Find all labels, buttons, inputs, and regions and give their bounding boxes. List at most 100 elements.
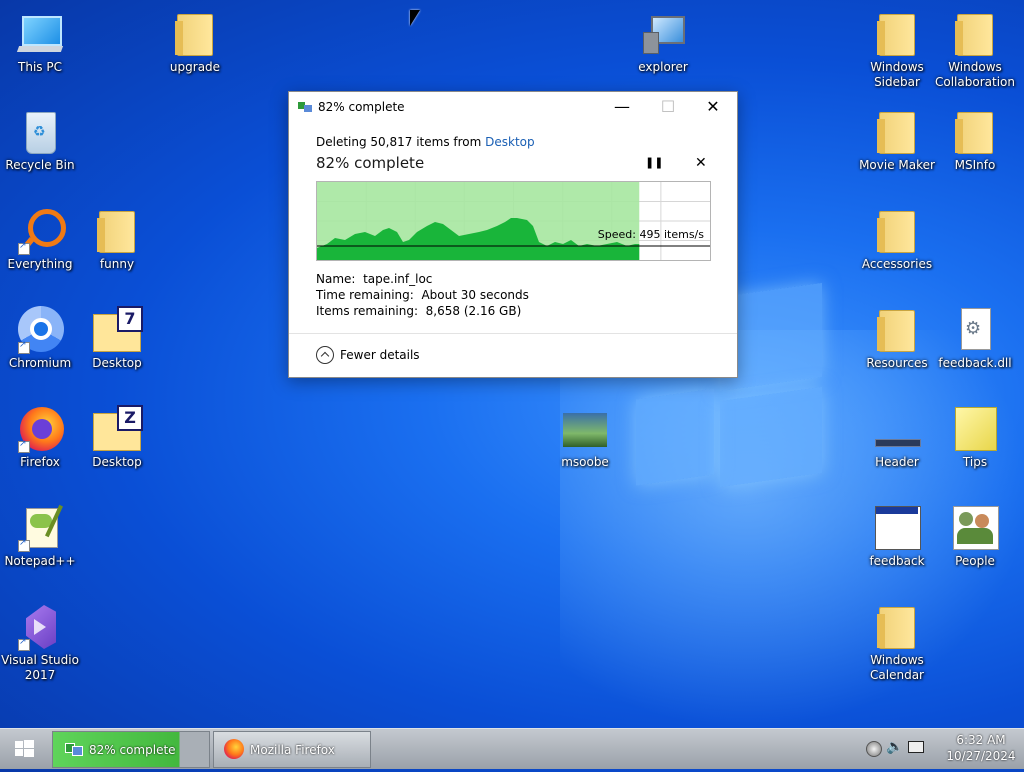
volume-icon[interactable]: 🔈	[886, 739, 903, 755]
speed-graph: Speed: 495 items/s	[316, 181, 711, 261]
network-globe-icon[interactable]	[866, 741, 882, 757]
desktop-icon-label: Windows Calendar	[870, 653, 924, 682]
desktop-icon-windows-collaboration[interactable]: Windows Collaboration	[935, 10, 1015, 90]
desktop-icon-feedback[interactable]: feedback	[857, 504, 937, 569]
folder-icon	[93, 207, 141, 255]
folder-icon	[951, 10, 999, 58]
desktop-icon-label: This PC	[18, 60, 62, 74]
folder-icon	[873, 306, 921, 354]
file-name: tape.inf_loc	[363, 272, 433, 286]
desktop-icon-this-pc[interactable]: This PC	[0, 10, 80, 75]
desktop-icon-label: Tips	[962, 455, 988, 469]
source-folder-link[interactable]: Desktop	[485, 135, 535, 149]
magnifier-icon	[16, 207, 66, 255]
desktop-icon-feedback-dll[interactable]: ⚙ feedback.dll	[935, 306, 1015, 371]
shortcut-arrow-icon	[18, 439, 30, 453]
desktop-icon-label: Desktop	[92, 356, 142, 370]
taskbar-item-label: Mozilla Firefox	[250, 743, 335, 757]
desktop-icon-msoobe[interactable]: msoobe	[545, 405, 625, 470]
chevron-up-icon	[316, 346, 334, 364]
fewer-details-button[interactable]: Fewer details	[316, 346, 420, 364]
desktop-icon-label: Visual Studio 2017	[1, 653, 79, 682]
desktop-icon-funny[interactable]: funny	[77, 207, 157, 272]
taskbar-item-label: 82% complete	[89, 743, 176, 757]
minimize-button[interactable]: —	[599, 92, 645, 122]
folder-icon	[873, 207, 921, 255]
details-section: Name: tape.inf_loc Time remaining: About…	[316, 271, 529, 319]
desktop-icon-label: Desktop	[92, 455, 142, 469]
firefox-icon	[224, 739, 244, 759]
fewer-details-label: Fewer details	[340, 348, 420, 362]
desktop-icon-label: Accessories	[861, 257, 933, 271]
desktop-icon-visual-studio[interactable]: Visual Studio 2017	[0, 603, 80, 683]
desktop-icon-label: Recycle Bin	[5, 158, 75, 172]
desktop-icon-desktop-7z[interactable]: 7 Desktop	[77, 306, 157, 371]
folder-icon	[171, 10, 219, 58]
desktop-icon-label: Movie Maker	[859, 158, 935, 172]
pause-button[interactable]: ❚❚	[645, 156, 663, 169]
desktop-icon-windows-calendar[interactable]: Windows Calendar	[857, 603, 937, 683]
desktop-icon-upgrade[interactable]: upgrade	[155, 10, 235, 75]
desktop-icon-resources[interactable]: Resources	[857, 306, 937, 371]
desktop-icon-movie-maker[interactable]: Movie Maker	[857, 108, 937, 173]
desktop-icon-label: Windows Sidebar	[870, 60, 924, 89]
items-remaining-row: Items remaining: 8,658 (2.16 GB)	[316, 304, 522, 318]
dialog-title: 82% complete	[318, 100, 405, 114]
desktop-icon-label: Chromium	[8, 356, 72, 370]
desktop-icon-label: Firefox	[20, 455, 60, 469]
folder-icon	[873, 603, 921, 651]
speed-graph-svg	[317, 182, 710, 260]
desktop-icon-label: feedback.dll	[938, 356, 1012, 370]
desktop-icon-header[interactable]: Header	[857, 405, 937, 470]
people-icon	[951, 504, 999, 552]
windows-logo-icon	[15, 740, 34, 757]
desktop-icon-recycle-bin[interactable]: ♻ Recycle Bin	[0, 108, 80, 173]
explorer-icon	[639, 10, 687, 58]
start-button[interactable]	[0, 729, 48, 769]
chromium-icon	[16, 306, 64, 354]
desktop-icon-tips[interactable]: Tips	[935, 405, 1015, 470]
taskbar-item-progress[interactable]: 82% complete	[52, 731, 210, 768]
desktop-icon-label: Resources	[866, 356, 928, 370]
dll-gear-icon: ⚙	[951, 306, 999, 354]
shortcut-arrow-icon	[18, 340, 30, 354]
maximize-button[interactable]: ☐	[645, 92, 691, 122]
time-remaining: About 30 seconds	[421, 288, 529, 302]
system-tray: 🔈 6:32 AM 10/27/2024	[866, 729, 1016, 769]
note-pad-icon	[951, 405, 999, 453]
clock-time: 6:32 AM	[956, 733, 1006, 747]
delete-progress-dialog: 82% complete — ☐ ✕ Deleting 50,817 items…	[288, 91, 738, 378]
dialog-title-bar[interactable]: 82% complete — ☐ ✕	[289, 92, 737, 122]
window-app-icon	[873, 504, 921, 552]
network-icon[interactable]	[908, 741, 924, 753]
mouse-cursor-icon	[410, 10, 420, 26]
desktop-icon-label: Header	[875, 455, 919, 469]
percent-complete: 82% complete	[316, 154, 425, 172]
desktop-icon-windows-sidebar[interactable]: Windows Sidebar	[857, 10, 937, 90]
folder-icon	[873, 10, 921, 58]
desktop-icon-label: Everything	[7, 257, 73, 271]
desktop-icon-label: upgrade	[169, 60, 221, 74]
close-button[interactable]: ✕	[690, 92, 736, 122]
shortcut-arrow-icon	[18, 241, 30, 255]
cancel-operation-button[interactable]: ✕	[695, 155, 707, 171]
desktop-icon-everything[interactable]: Everything	[0, 207, 80, 272]
msoobe-image-icon	[561, 405, 609, 453]
notepadpp-icon	[16, 504, 64, 552]
clock[interactable]: 6:32 AM 10/27/2024	[946, 732, 1016, 764]
shortcut-arrow-icon	[18, 538, 30, 552]
computer-icon	[16, 10, 64, 58]
taskbar-item-firefox[interactable]: Mozilla Firefox	[213, 731, 371, 768]
desktop-icon-accessories[interactable]: Accessories	[857, 207, 937, 272]
zip-folder-icon: Z	[93, 405, 143, 453]
folder-icon	[873, 108, 921, 156]
desktop-icon-chromium[interactable]: Chromium	[0, 306, 80, 371]
desktop-icon-explorer[interactable]: explorer	[623, 10, 703, 75]
desktop-icon-desktop-zip[interactable]: Z Desktop	[77, 405, 157, 470]
desktop-icon-people[interactable]: People	[935, 504, 1015, 569]
desktop-icon-notepadpp[interactable]: Notepad++	[0, 504, 80, 569]
desktop-icon-msinfo[interactable]: MSInfo	[935, 108, 1015, 173]
desktop-icon-label: msoobe	[561, 455, 609, 469]
desktop-icon-firefox[interactable]: Firefox	[0, 405, 80, 470]
taskbar: 82% complete Mozilla Firefox 🔈 6:32 AM 1…	[0, 728, 1024, 769]
